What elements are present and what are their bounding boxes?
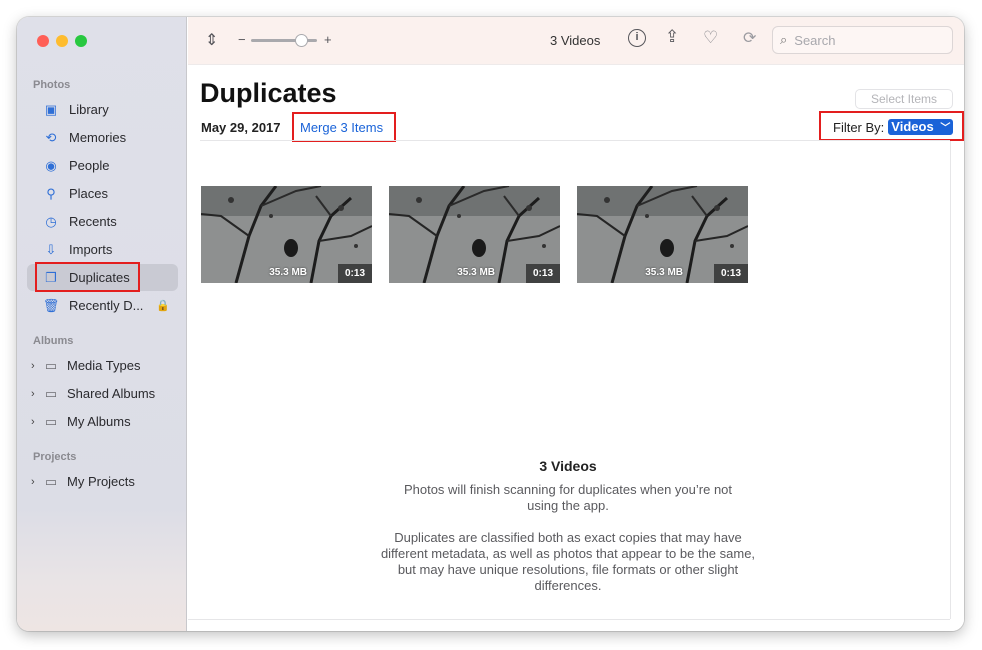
page-title: Duplicates: [200, 78, 337, 108]
search-icon: ⌕: [780, 32, 788, 47]
sidebar-item-label: Shared Albums: [67, 386, 156, 401]
folder-icon: ▭: [44, 473, 58, 489]
folder-icon: ▭: [44, 413, 58, 429]
item-count: 3 Videos: [550, 33, 601, 48]
section-title-photos: Photos: [33, 79, 71, 91]
sidebar-item-label: My Albums: [67, 414, 131, 429]
merge-items-button[interactable]: Merge 3 Items: [300, 120, 383, 135]
sidebar-item-duplicates[interactable]: ❐ Duplicates: [27, 264, 178, 291]
sidebar-item-label: Recents: [69, 214, 117, 229]
file-size: 35.3 MB: [457, 267, 495, 278]
sidebar-item-media-types[interactable]: › ▭ Media Types: [27, 352, 178, 379]
heart-icon[interactable]: ♡: [703, 28, 718, 48]
filter-value: Videos: [891, 119, 934, 134]
sidebar-item-memories[interactable]: ⟲ Memories: [27, 124, 178, 151]
trash-icon: 🗑: [42, 297, 60, 313]
sidebar: Photos ▣ Library ⟲ Memories ◉ People ⚲ P…: [17, 17, 187, 631]
photos-window: Photos ▣ Library ⟲ Memories ◉ People ⚲ P…: [17, 17, 964, 631]
video-duration: 0:13: [525, 264, 560, 283]
chevron-right-icon[interactable]: ›: [31, 388, 41, 400]
minimize-button[interactable]: [56, 35, 68, 47]
filter-dropdown[interactable]: Videos ﹀: [888, 119, 954, 135]
photo-library-icon: ▣: [44, 101, 58, 117]
sidebar-item-people[interactable]: ◉ People: [27, 152, 178, 179]
search-placeholder: Search: [794, 32, 836, 48]
folder-icon: ▭: [44, 357, 58, 373]
section-title-projects: Projects: [33, 451, 77, 463]
lock-icon: 🔒: [156, 300, 170, 312]
file-size: 35.3 MB: [645, 267, 683, 278]
filter-label: Filter By:: [833, 119, 885, 135]
group-date: May 29, 2017: [201, 120, 281, 135]
chevron-right-icon[interactable]: ›: [31, 416, 41, 428]
sidebar-item-library[interactable]: ▣ Library: [27, 96, 178, 123]
sidebar-item-label: Library: [69, 102, 109, 117]
sidebar-item-places[interactable]: ⚲ Places: [27, 180, 178, 207]
sidebar-item-label: Places: [69, 186, 109, 201]
chevron-right-icon[interactable]: ›: [31, 360, 41, 372]
search-input[interactable]: ⌕ Search: [772, 26, 953, 54]
sidebar-item-label: Memories: [69, 130, 127, 145]
zoom-button[interactable]: [75, 35, 87, 47]
filter-control: Filter By: Videos ﹀: [833, 119, 954, 135]
sidebar-item-label: Duplicates: [69, 270, 130, 285]
places-pin-icon: ⚲: [46, 185, 56, 201]
clock-icon: ◷: [45, 213, 57, 229]
video-thumbnail[interactable]: 35.3 MB 0:13: [577, 186, 748, 283]
window-controls: [37, 35, 87, 47]
summary-title: 3 Videos: [539, 458, 597, 474]
file-size: 35.3 MB: [269, 267, 307, 278]
main-content: Duplicates May 29, 2017 Merge 3 Items Se…: [188, 66, 964, 631]
video-duration: 0:13: [713, 264, 748, 283]
select-items-button[interactable]: Select Items: [855, 89, 953, 109]
zoom-out-icon[interactable]: −: [238, 32, 246, 47]
zoom-slider[interactable]: [251, 34, 317, 47]
summary-description: Duplicates are classified both as exact …: [380, 530, 756, 593]
sidebar-item-recently-deleted[interactable]: 🗑 Recently D... 🔒: [27, 292, 178, 319]
content-border: [950, 141, 951, 619]
video-thumbnail[interactable]: 35.3 MB 0:13: [201, 186, 372, 283]
chevron-down-icon: ﹀: [940, 123, 951, 134]
sidebar-item-recents[interactable]: ◷ Recents: [27, 208, 178, 235]
video-duration: 0:13: [337, 264, 372, 283]
zoom-slider-knob[interactable]: [295, 34, 308, 47]
sidebar-item-my-albums[interactable]: › ▭ My Albums: [27, 408, 178, 435]
rotate-icon[interactable]: ⟳: [743, 28, 756, 48]
sidebar-item-label: My Projects: [67, 474, 135, 489]
sidebar-item-label: Media Types: [67, 358, 141, 373]
shared-folder-icon: ▭: [44, 385, 58, 401]
duplicates-icon: ❐: [45, 269, 57, 285]
share-icon[interactable]: ⇪: [665, 27, 679, 47]
memories-icon: ⟲: [45, 129, 57, 145]
sidebar-item-shared-albums[interactable]: › ▭ Shared Albums: [27, 380, 178, 407]
section-title-albums: Albums: [33, 335, 74, 347]
divider: [200, 140, 950, 141]
sidebar-item-imports[interactable]: ⇩ Imports: [27, 236, 178, 263]
zoom-in-icon[interactable]: +: [324, 32, 332, 47]
chevron-right-icon[interactable]: ›: [31, 476, 41, 488]
video-thumbnail[interactable]: 35.3 MB 0:13: [389, 186, 560, 283]
sidebar-item-label: Recently D...: [69, 298, 144, 313]
close-button[interactable]: [37, 35, 49, 47]
import-icon: ⇩: [45, 241, 57, 257]
sidebar-item-label: People: [69, 158, 110, 173]
people-icon: ◉: [45, 157, 57, 173]
sidebar-item-label: Imports: [69, 242, 113, 257]
toolbar: ⇕ − + 3 Videos i ⇪ ♡ ⟳ ⌕ Search: [188, 17, 964, 65]
content-border: [188, 619, 950, 620]
sidebar-item-my-projects[interactable]: › ▭ My Projects: [27, 468, 178, 495]
summary-text: Photos will finish scanning for duplicat…: [403, 482, 733, 513]
info-icon[interactable]: i: [628, 29, 646, 47]
fit-size-icon[interactable]: ⇕: [205, 30, 218, 50]
